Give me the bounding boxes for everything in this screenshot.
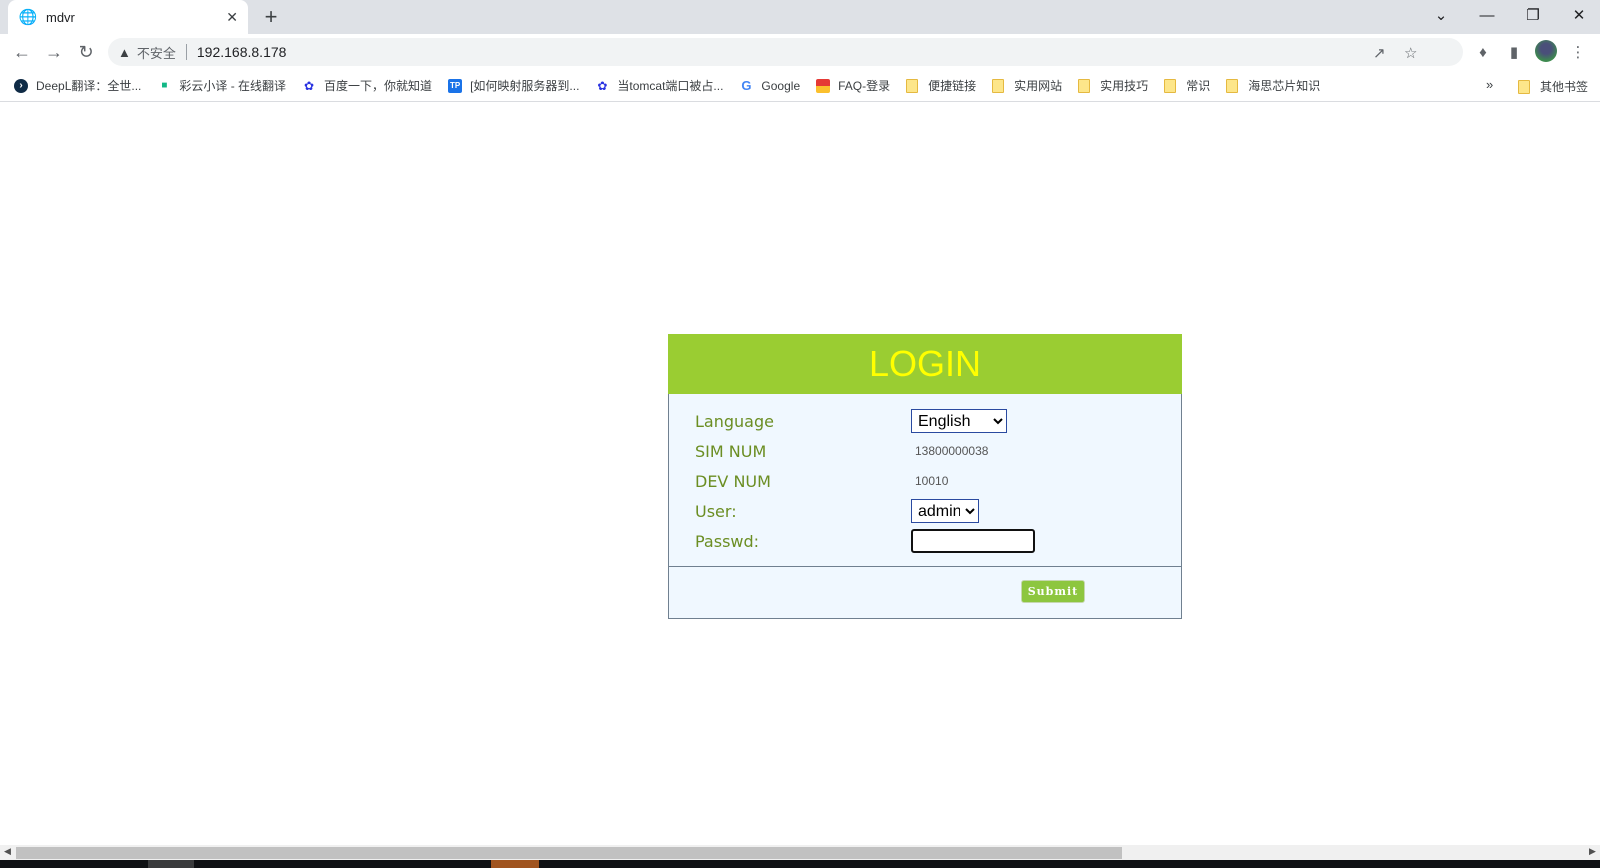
extensions-icon[interactable]: ♦ [1473,42,1493,62]
dev-label: DEV NUM [695,471,771,491]
folder-icon [1518,79,1530,94]
other-bookmarks[interactable]: 其他书签 [1518,78,1588,95]
globe-icon: 🌐 [18,9,38,26]
user-select[interactable]: admin [911,499,979,523]
tab-strip: 🌐 mdvr ✕ + ⌄ — ❐ ✕ [0,0,1600,34]
login-title: LOGIN [868,343,982,384]
language-label: Language [695,411,774,431]
address-bar[interactable]: ▲ 不安全 192.168.8.178 ↗ ☆ [108,38,1463,66]
folder-icon [1164,78,1177,93]
more-bookmarks-button[interactable]: » [1486,77,1493,92]
os-taskbar [0,860,1600,868]
menu-icon[interactable]: ⋮ [1568,42,1588,62]
sim-label: SIM NUM [695,441,767,461]
minimize-button[interactable]: — [1464,0,1510,30]
submit-button[interactable]: Submit [1021,580,1085,603]
dev-row: DEV NUM 10010 [695,466,1181,496]
baidu-icon: ✿ [304,78,315,93]
scrollbar-thumb[interactable] [16,847,1122,859]
scroll-left-icon[interactable]: ◀ [4,846,11,857]
taskbar-item[interactable] [148,860,194,868]
security-label[interactable]: 不安全 [137,43,176,62]
scroll-right-icon[interactable]: ▶ [1589,846,1596,857]
login-footer: Submit [669,566,1181,618]
reload-button[interactable]: ↻ [74,40,98,64]
bookmark-folder-links[interactable]: 便捷链接 [906,77,976,94]
profile-avatar[interactable] [1535,40,1557,62]
user-label: User: [695,501,737,521]
horizontal-scrollbar[interactable]: ◀ ▶ [0,845,1600,860]
folder-icon [992,78,1005,93]
bookmark-baidu[interactable]: ✿ 百度一下，你就知道 [302,77,432,94]
bookmark-deepl[interactable]: › DeepL翻译：全世... [14,77,141,94]
folder-icon [906,78,919,93]
deepl-icon: › [14,78,28,93]
login-body: Language English SIM NUM 13800000038 DEV… [668,394,1182,619]
restore-button[interactable]: ❐ [1510,0,1556,30]
tab-search-icon[interactable]: ⌄ [1418,0,1464,30]
sim-row: SIM NUM 13800000038 [695,436,1181,466]
omnibox-divider [185,44,187,60]
login-panel: LOGIN Language English SIM NUM 138000000… [668,334,1182,619]
tp-icon: TP [448,78,463,93]
login-form: Language English SIM NUM 13800000038 DEV… [669,394,1181,566]
new-tab-button[interactable]: + [258,4,284,30]
share-icon[interactable]: ↗ [1373,44,1386,62]
user-row: User: admin [695,496,1181,526]
caiyun-icon: ■ [161,80,168,91]
close-window-button[interactable]: ✕ [1556,0,1600,30]
language-row: Language English [695,406,1181,436]
bookmark-caiyun[interactable]: ■ 彩云小译 - 在线翻译 [157,77,286,94]
forward-button[interactable]: → [42,40,66,64]
browser-tab[interactable]: 🌐 mdvr ✕ [8,0,248,34]
browser-toolbar: ← → ↻ ▲ 不安全 192.168.8.178 ↗ ☆ ♦ ▮ ⋮ [0,34,1600,70]
folder-icon [1226,78,1239,93]
bookmarks-bar: › DeepL翻译：全世... ■ 彩云小译 - 在线翻译 ✿ 百度一下，你就知道 T… [0,70,1600,102]
page-content: LOGIN Language English SIM NUM 138000000… [0,103,1600,845]
bookmark-folder-sites[interactable]: 实用网站 [992,77,1062,94]
passwd-row: Passwd: [695,526,1181,556]
warning-icon[interactable]: ▲ [118,45,131,60]
bookmark-tomcat[interactable]: ✿ 当tomcat端口被占... [595,77,723,94]
close-tab-icon[interactable]: ✕ [226,9,238,26]
taskbar-item[interactable] [491,860,539,868]
bookmark-google[interactable]: G Google [739,78,800,93]
back-button[interactable]: ← [10,40,34,64]
bookmark-tp[interactable]: TP [如何映射服务器到... [448,77,579,94]
passwd-label: Passwd: [695,531,760,551]
password-input[interactable] [911,529,1035,553]
tab-title: mdvr [46,9,75,25]
folder-icon [1078,78,1091,93]
bookmark-folder-hisi[interactable]: 海思芯片知识 [1226,77,1320,94]
star-icon[interactable]: ☆ [1404,44,1417,62]
bookmark-folder-tips[interactable]: 实用技巧 [1078,77,1148,94]
language-select[interactable]: English [911,409,1007,433]
url-text[interactable]: 192.168.8.178 [197,44,287,60]
side-panel-icon[interactable]: ▮ [1504,42,1524,62]
faq-icon [816,78,831,93]
sim-value: 13800000038 [915,444,989,458]
login-header: LOGIN [668,334,1182,394]
baidu-icon: ✿ [597,78,608,93]
google-icon: G [741,78,752,93]
bookmark-faq[interactable]: FAQ-登录 [816,77,890,94]
bookmark-folder-common[interactable]: 常识 [1164,77,1210,94]
dev-value: 10010 [915,474,949,488]
